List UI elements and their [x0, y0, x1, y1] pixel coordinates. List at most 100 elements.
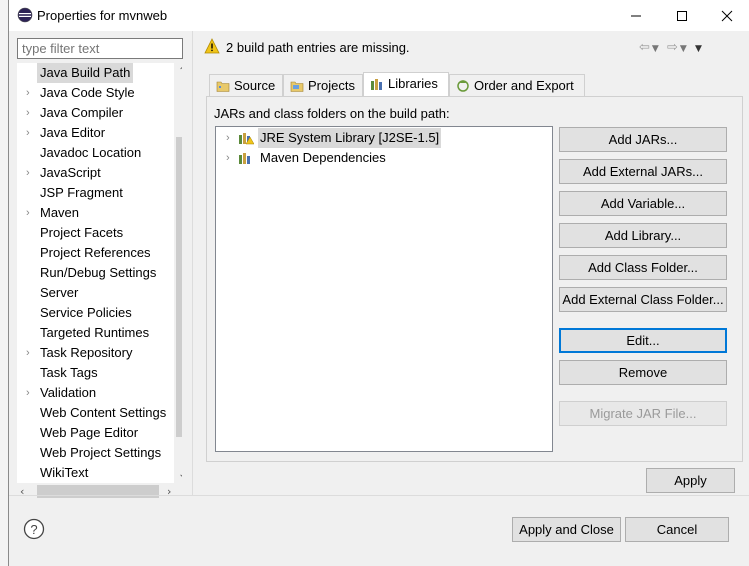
- expand-arrow-icon[interactable]: ›: [26, 123, 30, 143]
- tree-item[interactable]: Project Facets: [17, 223, 175, 243]
- expand-arrow-icon[interactable]: ›: [226, 148, 230, 168]
- filter-input[interactable]: [17, 38, 183, 59]
- title-bar: Properties for mvnweb: [9, 0, 749, 31]
- tree-item[interactable]: JSP Fragment: [17, 183, 175, 203]
- expand-arrow-icon[interactable]: ›: [26, 343, 30, 363]
- tree-item[interactable]: › JavaScript: [17, 163, 175, 183]
- tree-item[interactable]: Java Build Path: [17, 63, 175, 83]
- scroll-down-icon[interactable]: ⌄: [174, 466, 182, 483]
- tree-item[interactable]: › Java Compiler: [17, 103, 175, 123]
- minimize-button[interactable]: [613, 0, 659, 31]
- source-folder-icon: [216, 81, 230, 92]
- remove-button[interactable]: Remove: [559, 360, 727, 385]
- tree-item-label: Java Code Style: [40, 85, 135, 100]
- tree-item-label: Validation: [40, 385, 97, 400]
- forward-arrow-icon[interactable]: ⇨: [667, 40, 680, 55]
- add-jars-button[interactable]: Add JARs...: [559, 127, 727, 152]
- tab-source-label: Source: [234, 78, 276, 93]
- expand-arrow-icon[interactable]: ›: [26, 83, 30, 103]
- tree-item[interactable]: › Java Code Style: [17, 83, 175, 103]
- tree-item[interactable]: Web Page Editor: [17, 423, 175, 443]
- tree-item[interactable]: Service Policies: [17, 303, 175, 323]
- tree-item-label: Targeted Runtimes: [40, 325, 150, 340]
- tree-item[interactable]: Task Tags: [17, 363, 175, 383]
- tree-item[interactable]: Run/Debug Settings: [17, 263, 175, 283]
- scroll-right-icon[interactable]: ›: [167, 483, 171, 500]
- migrate-jar-button[interactable]: Migrate JAR File...: [559, 401, 727, 426]
- build-path-tree: › JRE System Library [J2SE-1.5] › Maven …: [215, 126, 553, 452]
- close-button[interactable]: [704, 0, 749, 31]
- tree-item[interactable]: Project References: [17, 243, 175, 263]
- scroll-up-icon[interactable]: ⌃: [174, 63, 182, 80]
- tree-item-label: JSP Fragment: [40, 185, 123, 200]
- tree-vertical-scrollbar[interactable]: ⌃ ⌄: [174, 63, 182, 483]
- tree-item-label: Project Facets: [40, 225, 124, 240]
- library-icon: [239, 153, 250, 164]
- tab-libraries-label: Libraries: [388, 76, 438, 91]
- tab-projects-label: Projects: [308, 78, 355, 93]
- panel-divider[interactable]: [192, 31, 193, 495]
- back-arrow-icon[interactable]: ⇦: [639, 40, 652, 55]
- tree-item-label: Java Editor: [40, 125, 106, 140]
- tree-item[interactable]: Javadoc Location: [17, 143, 175, 163]
- window-title: Properties for mvnweb: [37, 8, 168, 23]
- tree-item[interactable]: › Task Repository: [17, 343, 175, 363]
- tree-item-label: Maven: [40, 205, 80, 220]
- help-icon[interactable]: ?: [23, 518, 45, 540]
- svg-text:?: ?: [30, 522, 37, 537]
- tree-item-label: Web Content Settings: [40, 405, 167, 420]
- tree-item[interactable]: › Java Editor: [17, 123, 175, 143]
- tree-item[interactable]: WikiText: [17, 463, 175, 483]
- expand-arrow-icon[interactable]: ›: [26, 383, 30, 403]
- tree-item[interactable]: › Validation: [17, 383, 175, 403]
- apply-and-close-button[interactable]: Apply and Close: [512, 517, 621, 542]
- tree-item-label: WikiText: [40, 465, 89, 480]
- back-menu-icon[interactable]: ▼: [652, 44, 661, 54]
- hscroll-thumb[interactable]: [37, 485, 159, 498]
- library-entry-label: Maven Dependencies: [260, 150, 386, 165]
- tree-item[interactable]: Targeted Runtimes: [17, 323, 175, 343]
- library-icon: [239, 133, 254, 145]
- tree-item-label: Project References: [40, 245, 151, 260]
- add-external-jars-button[interactable]: Add External JARs...: [559, 159, 727, 184]
- tree-item-label: Task Repository: [40, 345, 133, 360]
- tree-item[interactable]: › Maven: [17, 203, 175, 223]
- cancel-button[interactable]: Cancel: [625, 517, 729, 542]
- scroll-left-icon[interactable]: ‹: [20, 483, 24, 500]
- footer-separator: [9, 495, 749, 496]
- expand-arrow-icon[interactable]: ›: [26, 203, 30, 223]
- libraries-heading: JARs and class folders on the build path…: [214, 106, 450, 121]
- expand-arrow-icon[interactable]: ›: [26, 103, 30, 123]
- tree-horizontal-scrollbar[interactable]: ‹ ›: [17, 483, 182, 500]
- order-export-icon: [457, 80, 469, 92]
- history-nav: ⇦▼ ⇨▼ ▼: [639, 40, 704, 55]
- add-variable-button[interactable]: Add Variable...: [559, 191, 727, 216]
- tree-item[interactable]: Server: [17, 283, 175, 303]
- tree-item-label: Web Page Editor: [40, 425, 139, 440]
- expand-arrow-icon[interactable]: ›: [226, 128, 230, 148]
- properties-dialog: Properties for mvnweb Java Build Path›Ja…: [8, 0, 749, 566]
- add-library-button[interactable]: Add Library...: [559, 223, 727, 248]
- tree-item[interactable]: Web Project Settings: [17, 443, 175, 463]
- forward-menu-icon[interactable]: ▼: [680, 44, 689, 54]
- tab-projects[interactable]: Projects: [283, 74, 363, 97]
- tree-item-label: Run/Debug Settings: [40, 265, 157, 280]
- close-icon: [721, 10, 733, 21]
- tab-order-export-label: Order and Export: [474, 78, 574, 93]
- apply-button[interactable]: Apply: [646, 468, 735, 493]
- expand-arrow-icon[interactable]: ›: [26, 163, 30, 183]
- tree-item-label: Server: [40, 285, 79, 300]
- tree-item[interactable]: Web Content Settings: [17, 403, 175, 423]
- add-class-folder-button[interactable]: Add Class Folder...: [559, 255, 727, 280]
- view-menu-icon[interactable]: ▼: [695, 44, 704, 54]
- tree-item-label: Service Policies: [40, 305, 132, 320]
- tab-libraries[interactable]: Libraries: [363, 72, 449, 97]
- edit-button[interactable]: Edit...: [559, 328, 727, 353]
- scroll-thumb[interactable]: [176, 137, 182, 437]
- maximize-button[interactable]: [659, 0, 705, 31]
- tab-order-export[interactable]: Order and Export: [449, 74, 585, 97]
- status-message: 2 build path entries are missing.: [226, 40, 410, 55]
- add-external-class-folder-button[interactable]: Add External Class Folder...: [559, 287, 727, 312]
- library-entry-label: JRE System Library [J2SE-1.5]: [258, 128, 442, 148]
- tab-source[interactable]: Source: [209, 74, 283, 97]
